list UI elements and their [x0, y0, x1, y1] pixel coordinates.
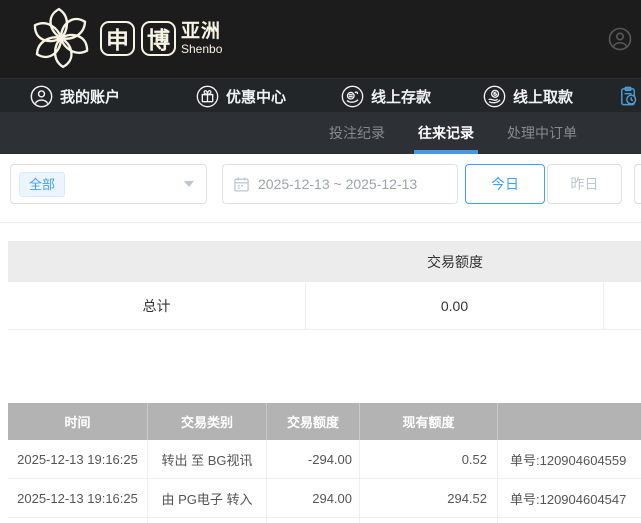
cell-note: 单号:120904604547: [498, 479, 641, 517]
nav-item-label: 我的账户: [60, 86, 120, 107]
brand-logo[interactable]: 申 博 亚洲 Shenbo: [28, 5, 222, 71]
logo-char-box: 博: [141, 21, 176, 56]
col-header-type: 交易类别: [148, 403, 267, 440]
deposit-icon: [341, 85, 364, 108]
cell-note: 单号:120904604559: [498, 440, 641, 478]
top-header: 申 博 亚洲 Shenbo: [0, 0, 641, 78]
date-range-input[interactable]: 2025-12-13 ~ 2025-12-13: [222, 164, 458, 204]
summary-total-row: 总计 0.00: [8, 282, 641, 330]
col-header-note: [498, 403, 641, 440]
summary-amount-header: 交易额度: [306, 252, 604, 272]
nav-item-label: 线上取款: [513, 86, 573, 107]
brand-subtitle: Shenbo: [181, 43, 222, 55]
user-icon: [30, 85, 53, 108]
nav-item-withdraw[interactable]: 线上取款: [483, 79, 573, 113]
selected-filter-tag: 全部: [19, 172, 65, 197]
type-filter-select[interactable]: 全部: [10, 164, 207, 204]
tab-label: 往来记录: [418, 123, 474, 143]
nav-item-label: 优惠中心: [226, 86, 286, 107]
records-clipboard-clock-icon: [617, 85, 640, 108]
cell-amount: -294.00: [267, 440, 360, 478]
nav-item-promotions[interactable]: 优惠中心: [196, 79, 286, 113]
tab-transaction-records[interactable]: 往来记录: [418, 112, 474, 154]
quick-range-button-clipped[interactable]: [634, 164, 641, 204]
nav-item-my-account[interactable]: 我的账户: [30, 79, 120, 113]
record-tab-bar: 投注纪录 往来记录 处理中订单: [0, 112, 641, 154]
cell-amount: 294.00: [267, 479, 360, 517]
chevron-down-icon: [184, 181, 194, 187]
page: 申 博 亚洲 Shenbo: [0, 0, 641, 523]
transactions-table: 时间 交易类别 交易额度 现有额度 2025-12-13 19:16:25 转出…: [8, 403, 641, 523]
nav-item-deposit[interactable]: 线上存款: [341, 79, 431, 113]
calendar-icon: [233, 176, 250, 193]
today-button[interactable]: 今日: [465, 164, 545, 204]
cell-type: 转出 至 BG视讯: [148, 440, 267, 478]
transactions-header-row: 时间 交易类别 交易额度 现有额度: [8, 403, 641, 440]
logo-char-box: 申: [100, 21, 135, 56]
tab-pending-orders[interactable]: 处理中订单: [507, 112, 577, 154]
col-header-balance: 现有额度: [360, 403, 498, 440]
brand-region: 亚洲: [181, 22, 222, 41]
account-avatar-icon[interactable]: [608, 27, 632, 51]
main-nav: 我的账户 优惠中心: [0, 78, 641, 112]
col-header-amount: 交易额度: [267, 403, 360, 440]
cell-type: 由 PG电子 转入: [148, 479, 267, 517]
tab-label: 处理中订单: [507, 123, 577, 143]
summary-total-label: 总计: [8, 282, 306, 329]
nav-item-records[interactable]: [617, 79, 640, 113]
summary-header-row: 交易额度: [8, 241, 641, 282]
cell-balance: 294.52: [360, 479, 498, 517]
col-header-time: 时间: [8, 403, 148, 440]
table-row: 2025-12-13 19:16:25 转出 至 BG视讯 -294.00 0.…: [8, 440, 641, 479]
summary-total-value: 0.00: [306, 282, 604, 329]
tab-betting-records[interactable]: 投注纪录: [329, 112, 385, 154]
summary-table: 交易额度 总计 0.00: [8, 241, 641, 330]
cell-time: 2025-12-13 19:16:25: [8, 440, 148, 478]
yesterday-button[interactable]: 昨日: [547, 164, 622, 204]
filter-bar: 全部 2025-12-13 ~ 2025-12-13 今日 昨日: [0, 154, 641, 223]
table-row: 2025-12-13 19:16:25 由 PG电子 转入 294.00 294…: [8, 479, 641, 518]
cell-time: 2025-12-13 19:16:25: [8, 479, 148, 517]
tab-label: 投注纪录: [329, 123, 385, 143]
withdraw-icon: [483, 85, 506, 108]
cell-balance: 0.52: [360, 440, 498, 478]
table-row-partial: [8, 518, 641, 523]
date-range-value: 2025-12-13 ~ 2025-12-13: [258, 176, 417, 192]
flower-logo-icon: [28, 5, 94, 71]
nav-item-label: 线上存款: [371, 86, 431, 107]
gift-icon: [196, 85, 219, 108]
